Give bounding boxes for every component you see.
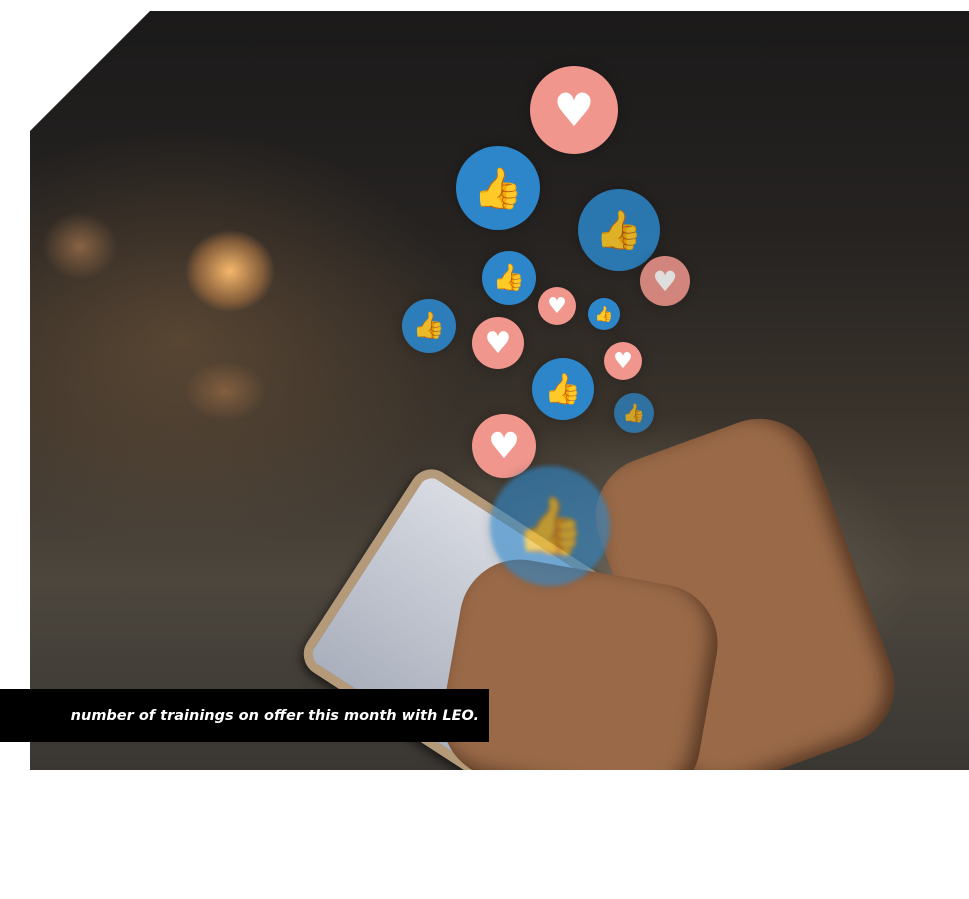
heart-icon: ♥ — [604, 342, 642, 380]
heart-icon: ♥ — [472, 317, 524, 369]
thumbs-up-icon: 👍 — [578, 189, 660, 271]
thumbs-up-icon: 👍 — [490, 466, 610, 586]
caption-banner: number of trainings on offer this month … — [0, 689, 489, 742]
thumbs-up-icon: 👍 — [456, 146, 540, 230]
hero-photo: ♥ 👍 👍 ♥ 👍 ♥ 👍 👍 ♥ ♥ 👍 👍 ♥ 👍 — [30, 11, 969, 770]
left-hand — [432, 550, 728, 770]
thumbs-up-icon: 👍 — [614, 393, 654, 433]
thumbs-up-icon: 👍 — [532, 358, 594, 420]
thumbs-up-icon: 👍 — [402, 299, 456, 353]
heart-icon: ♥ — [530, 66, 618, 154]
caption-text: number of trainings on offer this month … — [70, 707, 479, 724]
heart-icon: ♥ — [538, 287, 576, 325]
heart-icon: ♥ — [640, 256, 690, 306]
heart-icon: ♥ — [472, 414, 536, 478]
thumbs-up-icon: 👍 — [588, 298, 620, 330]
thumbs-up-icon: 👍 — [482, 251, 536, 305]
